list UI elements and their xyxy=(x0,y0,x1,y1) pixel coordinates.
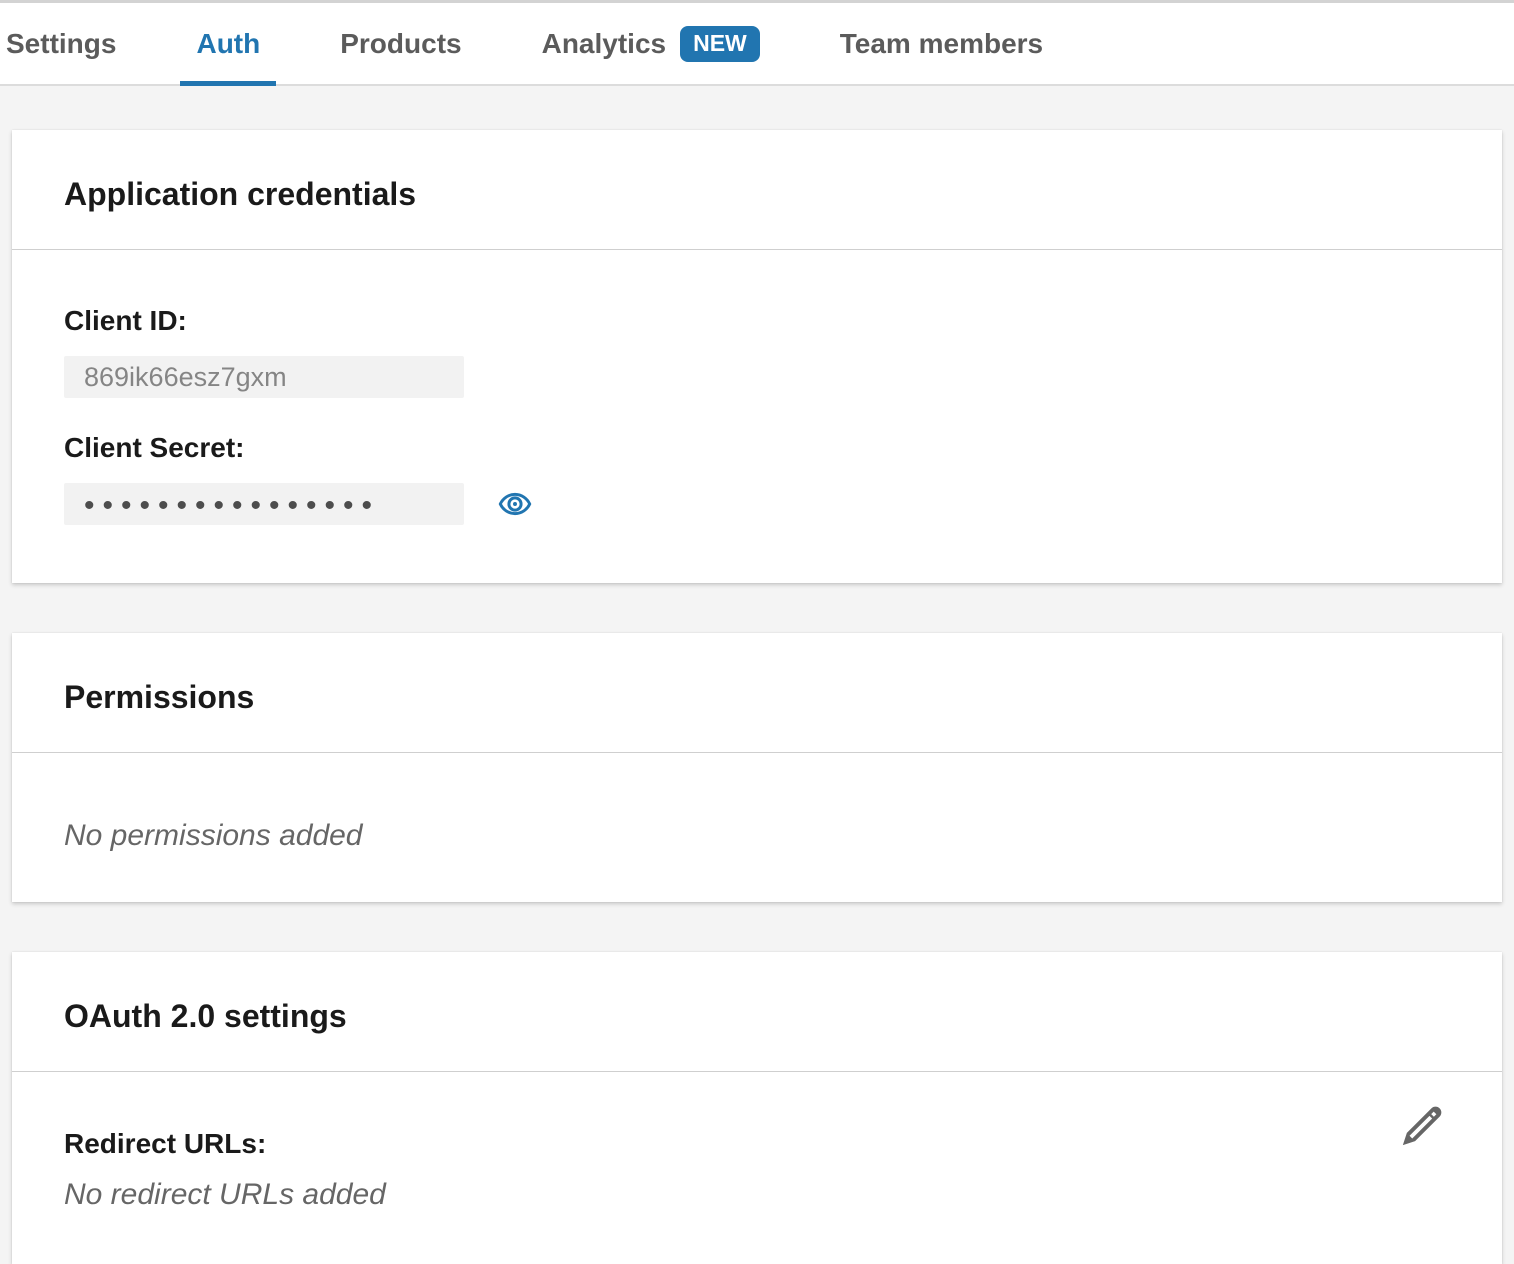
tab-analytics-label: Analytics xyxy=(542,28,667,60)
client-secret-row: •••••••••••••••• xyxy=(64,483,1450,525)
pencil-icon xyxy=(1399,1103,1445,1149)
tab-team-members-label: Team members xyxy=(840,28,1043,60)
tab-analytics[interactable]: Analytics NEW xyxy=(526,3,776,84)
app-tab-bar: Settings Auth Products Analytics NEW Tea… xyxy=(0,0,1514,86)
permissions-card: Permissions No permissions added xyxy=(12,633,1502,902)
client-id-label: Client ID: xyxy=(64,305,1450,337)
redirect-urls-label: Redirect URLs: xyxy=(64,1128,1450,1160)
tab-products[interactable]: Products xyxy=(324,3,477,84)
edit-redirect-urls-button[interactable] xyxy=(1398,1102,1446,1150)
client-secret-field[interactable]: •••••••••••••••• xyxy=(64,483,464,525)
tab-settings-label: Settings xyxy=(6,28,116,60)
client-id-field[interactable]: 869ik66esz7gxm xyxy=(64,356,464,398)
tab-auth-label: Auth xyxy=(196,28,260,60)
oauth-settings-header: OAuth 2.0 settings xyxy=(12,952,1502,1072)
tab-auth[interactable]: Auth xyxy=(180,3,276,84)
permissions-header: Permissions xyxy=(12,633,1502,753)
tab-products-label: Products xyxy=(340,28,461,60)
eye-icon xyxy=(498,487,532,521)
new-badge: NEW xyxy=(680,26,760,62)
application-credentials-body: Client ID: 869ik66esz7gxm Client Secret:… xyxy=(12,250,1502,583)
application-credentials-title: Application credentials xyxy=(64,176,1450,213)
client-secret-label: Client Secret: xyxy=(64,432,1450,464)
application-credentials-header: Application credentials xyxy=(12,130,1502,250)
oauth-settings-card: OAuth 2.0 settings Redirect URLs: No red… xyxy=(12,952,1502,1264)
tab-team-members[interactable]: Team members xyxy=(824,3,1059,84)
permissions-title: Permissions xyxy=(64,679,1450,716)
application-credentials-card: Application credentials Client ID: 869ik… xyxy=(12,130,1502,583)
spacer xyxy=(64,398,1450,432)
reveal-secret-button[interactable] xyxy=(497,486,533,522)
no-redirect-urls-text: No redirect URLs added xyxy=(64,1178,1450,1212)
no-permissions-text: No permissions added xyxy=(64,819,1450,853)
permissions-body: No permissions added xyxy=(12,753,1502,902)
oauth-settings-title: OAuth 2.0 settings xyxy=(64,998,1450,1035)
oauth-settings-body: Redirect URLs: No redirect URLs added xyxy=(12,1072,1502,1264)
tab-settings[interactable]: Settings xyxy=(0,3,132,84)
